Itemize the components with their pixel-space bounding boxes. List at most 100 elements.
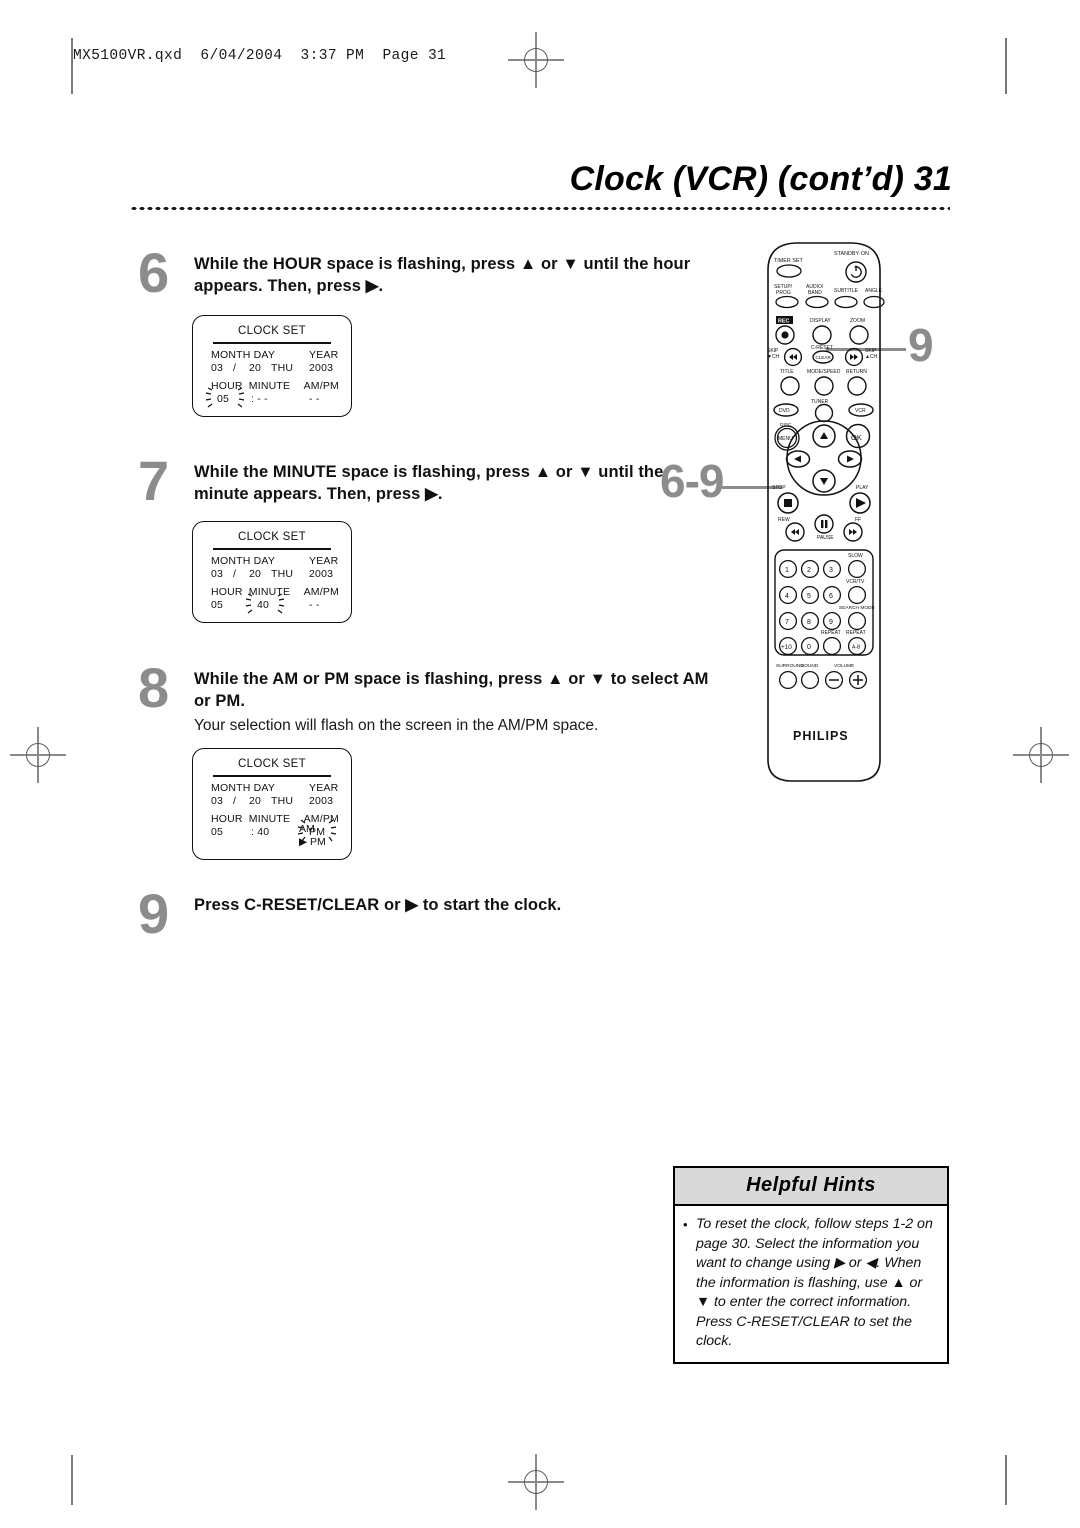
arrow-down-icon [820,478,828,485]
osd-value-minute: : 40 [251,826,270,838]
file-header-stamp: MX5100VR.qxd 6/04/2004 3:37 PM Page 31 [73,48,447,64]
osd-slash: / [233,362,237,374]
osd-value-ampm: - - [309,599,320,611]
label-number-3: 3 [829,567,833,574]
flash-rays-icon [245,593,285,614]
pause-bar-right-icon [825,520,828,528]
label-number-7: 7 [785,619,789,626]
rewind-skip-icon [789,354,797,360]
trim-mark-top-left [71,38,73,94]
power-icon [850,265,862,278]
trim-mark-top-right [1005,38,1007,94]
label-c-reset: C-RESET [811,345,833,351]
osd-divider [213,775,331,777]
osd-value-year: 2003 [309,362,334,374]
label-title: TITLE [780,369,794,375]
button-title [780,376,800,396]
label-band: BAND [808,290,822,296]
label-number-8: 8 [807,619,811,626]
callout-label-9: 9 [908,319,934,371]
button-return [847,376,867,396]
osd-value-month: 03 [211,568,224,580]
label-rec: REC [778,319,789,325]
button-sound [800,670,820,690]
osd-row1-labels: MONTH DAY YEAR [211,349,339,361]
osd-label-minute: MINUTE [248,813,291,825]
step-subtext: Your selection will flash on the screen … [194,717,599,734]
osd-slash: / [233,795,237,807]
label-vcr-tv: VCR/TV [846,579,865,585]
label-number-1: 1 [785,567,789,574]
label-plus-10: +10 [781,644,792,651]
osd-label-ampm: AM/PM [303,380,339,392]
arrow-left-icon [794,455,801,463]
remote-control-illustration: TIMER SET STANDBY·ON SETUP/ PROG AUDIO/ … [738,240,910,785]
rec-dot-icon [781,331,789,339]
osd-label-hour: HOUR [211,813,243,825]
button-setup-prog [775,295,799,309]
osd-value-year: 2003 [309,795,334,807]
osd-ampm-option-am: AM [299,823,315,835]
arrow-right-icon [847,455,854,463]
title-dotted-rule [130,206,950,211]
osd-value-weekday: THU [271,568,294,580]
flash-rays-icon [205,387,245,408]
osd-value-hour: 05 [205,387,251,408]
registration-mark-top [508,32,564,88]
forward-skip-icon [850,354,858,360]
osd-ampm-options: AM ▶ PM [299,823,326,849]
osd-label-year: YEAR [309,349,339,361]
osd-value-day: 20 [249,795,262,807]
registration-mark-bottom [508,1454,564,1510]
label-ff: FF [855,517,861,523]
fast-forward-icon [849,529,857,535]
helpful-hints-body: • To reset the clock, follow steps 1-2 o… [675,1206,947,1362]
label-return: RETURN [846,369,867,375]
rewind-icon [791,529,799,535]
arrow-up-icon [820,432,828,439]
label-display: DISPLAY [810,318,831,324]
osd-title: CLOCK SET [238,758,306,770]
osd-value-weekday: THU [271,362,294,374]
osd-label-ampm: AM/PM [303,586,339,598]
label-number-5: 5 [807,593,811,600]
osd-divider [213,548,331,550]
button-repeat [822,636,842,656]
step-number: 8 [138,656,170,719]
step-instruction: While the AM or PM space is flashing, pr… [194,670,709,710]
trim-mark-bottom-right [1005,1455,1007,1505]
osd-clock-set-screen-2: CLOCK SET MONTH DAY YEAR 03 / 20 THU 200… [192,521,352,623]
registration-mark-right [1013,727,1069,783]
label-timer-set: TIMER SET [774,258,803,264]
brand-philips: PHILIPS [793,729,849,743]
osd-value-month: 03 [211,362,224,374]
osd-value-year: 2003 [309,568,334,580]
bullet-glyph: • [683,1217,688,1232]
osd-row1-labels: MONTH DAY YEAR [211,782,339,794]
button-angle [863,295,885,309]
label-number-4: 4 [785,593,789,600]
button-vcr-tv [847,585,867,605]
label-ch-down: ▼CH [767,354,780,360]
label-angle: ANGLE [865,288,883,294]
osd-row1-values: 03 / 20 THU 2003 [211,795,339,807]
step-number: 9 [138,882,170,945]
label-prog: PROG [776,290,791,296]
label-number-2: 2 [807,567,811,574]
label-surround: SURROUND [776,663,804,669]
step-instruction: While the MINUTE space is flashing, pres… [194,463,664,503]
osd-slash: / [233,568,237,580]
label-clear: CLEAR [816,355,832,360]
play-triangle-icon [856,498,866,508]
button-audio-band [805,295,829,309]
osd-label-month-day: MONTH DAY [211,555,276,567]
osd-ampm-option-pm: ▶ PM [299,836,326,848]
step-number: 7 [138,449,170,512]
label-repeat: REPEAT [821,630,841,636]
osd-value-day: 20 [249,568,262,580]
osd-label-year: YEAR [309,555,339,567]
osd-label-month-day: MONTH DAY [211,349,276,361]
label-repeat-ab: REPEAT [846,630,866,636]
label-play: PLAY [856,485,869,491]
label-search-mode: SEARCH MODE [839,605,875,611]
